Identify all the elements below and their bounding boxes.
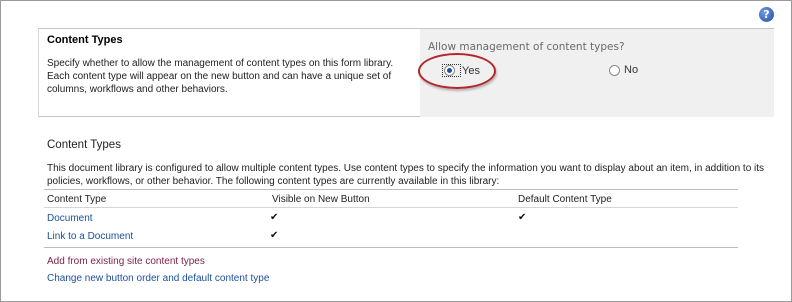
settings-title: Content Types: [47, 34, 123, 46]
radio-no-label[interactable]: No: [624, 64, 638, 76]
settings-description-panel: Content Types Specify whether to allow t…: [38, 29, 420, 117]
change-button-order-link[interactable]: Change new button order and default cont…: [47, 273, 269, 284]
content-type-link-link-to-document[interactable]: Link to a Document: [47, 231, 133, 242]
content-types-description: This document library is configured to a…: [47, 163, 765, 187]
highlight-annotation-oval: [418, 53, 496, 89]
content-type-link-document[interactable]: Document: [47, 213, 93, 224]
column-header-visible: Visible on New Button: [272, 194, 370, 205]
radio-option-no[interactable]: No: [609, 64, 638, 76]
radio-no[interactable]: [609, 64, 620, 76]
table-bottom-rule: [44, 247, 738, 248]
content-types-title: Content Types: [47, 139, 121, 151]
help-icon[interactable]: ?: [759, 7, 774, 22]
column-header-default: Default Content Type: [518, 194, 612, 205]
add-existing-content-types-link[interactable]: Add from existing site content types: [47, 256, 205, 267]
default-check-document: ✔: [518, 212, 527, 223]
column-header-content-type: Content Type: [47, 194, 107, 205]
visible-check-link-to-document: ✔: [270, 230, 279, 241]
allow-management-question: Allow management of content types?: [428, 41, 625, 53]
table-top-rule: [44, 189, 738, 190]
visible-check-document: ✔: [270, 212, 279, 223]
settings-description: Specify whether to allow the management …: [47, 58, 394, 95]
table-header-rule: [44, 207, 738, 208]
